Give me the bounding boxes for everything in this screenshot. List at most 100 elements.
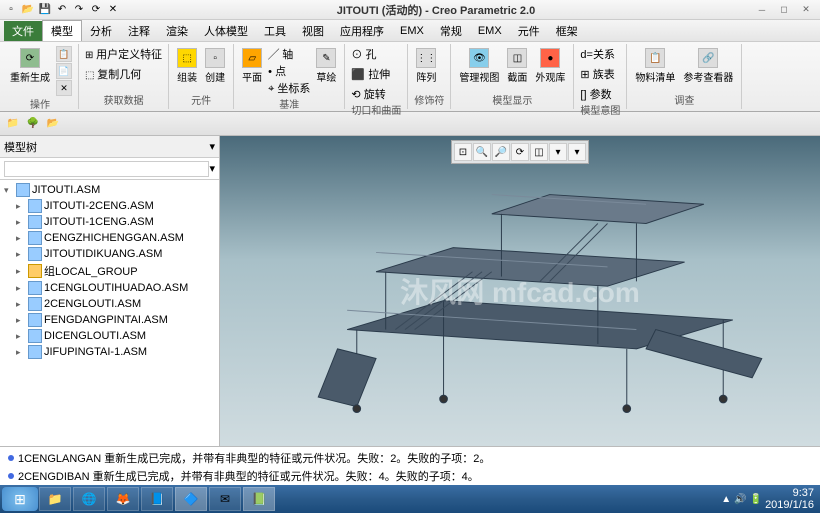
asm-icon [28, 215, 42, 229]
tree-item[interactable]: ▸CENGZHICHENGGAN.ASM [2, 230, 217, 246]
tree-icon[interactable]: 🌳 [24, 115, 42, 133]
folder-icon[interactable]: 📁 [4, 115, 22, 133]
tab-general[interactable]: 常规 [432, 21, 470, 41]
point-button[interactable]: • 点 [268, 63, 310, 79]
qat-save-icon[interactable]: 💾 [38, 3, 52, 17]
assemble-button[interactable]: ⬚组装 [175, 46, 199, 86]
ribbon-group-display: 👁管理视图 ◫截面 ●外观库 模型显示 [451, 44, 574, 109]
sketch-button[interactable]: ✎草绘 [314, 46, 338, 96]
qat-new-icon[interactable]: ▫ [4, 3, 18, 17]
tree-item[interactable]: ▾JITOUTI.ASM [2, 182, 217, 198]
ribbon-tabs: 文件 模型 分析 注释 渲染 人体模型 工具 视图 应用程序 EMX 常规 EM… [0, 20, 820, 42]
qat-undo-icon[interactable]: ↶ [55, 3, 69, 17]
manageview-button[interactable]: 👁管理视图 [457, 46, 501, 86]
ribbon-group-datum: ▱平面 ╱ 轴 • 点 ⌖ 坐标系 ✎草绘 基准 [234, 44, 345, 109]
close-button[interactable]: ✕ [796, 3, 816, 17]
folder2-icon[interactable]: 📂 [44, 115, 62, 133]
tray-icon[interactable]: 🔋 [750, 494, 762, 505]
delete-icon[interactable]: ✕ [56, 80, 72, 96]
tree-search-input[interactable] [4, 161, 209, 177]
maximize-button[interactable]: ◻ [774, 3, 794, 17]
tab-annotate[interactable]: 注释 [120, 21, 158, 41]
taskbar-app[interactable]: 📘 [141, 487, 173, 511]
tab-render[interactable]: 渲染 [158, 21, 196, 41]
qat-regen-icon[interactable]: ⟳ [89, 3, 103, 17]
tab-applications[interactable]: 应用程序 [332, 21, 392, 41]
tab-file[interactable]: 文件 [4, 21, 42, 41]
message-line: 1CENGLANGAN 重新生成已完成，并带有非典型的特征或元件状况。失败：2。… [8, 449, 812, 467]
tab-framework[interactable]: 框架 [548, 21, 586, 41]
pattern-button[interactable]: ⋮⋮阵列 [414, 46, 438, 86]
system-tray[interactable]: ▲ 🔊 🔋 9:37 2019/1/16 [717, 487, 818, 511]
copygeom-button[interactable]: ⬚ 复制几何 [85, 66, 162, 82]
tree-item[interactable]: ▸JIFUPINGTAI-1.ASM [2, 344, 217, 360]
relations-button[interactable]: d=关系 [580, 46, 620, 62]
udf-button[interactable]: ⊞ 用户定义特征 [85, 46, 162, 62]
tab-manikin[interactable]: 人体模型 [196, 21, 256, 41]
tab-tools[interactable]: 工具 [256, 21, 294, 41]
tree-body[interactable]: ▾JITOUTI.ASM ▸JITOUTI-2CENG.ASM ▸JITOUTI… [0, 180, 219, 446]
tree-item[interactable]: ▸2CENGLOUTI.ASM [2, 296, 217, 312]
tree-item[interactable]: ▸JITOUTI-2CENG.ASM [2, 198, 217, 214]
tab-component[interactable]: 元件 [510, 21, 548, 41]
tree-header: 模型树 ▾ [0, 136, 219, 158]
start-button[interactable]: ⊞ [2, 487, 38, 511]
tray-icon[interactable]: ▲ [721, 494, 731, 505]
copy-icon[interactable]: 📋 [56, 46, 72, 62]
tree-item[interactable]: ▸JITOUTIDIKUANG.ASM [2, 246, 217, 262]
taskbar-app[interactable]: 📁 [39, 487, 71, 511]
asm-icon [16, 183, 30, 197]
appearance-button[interactable]: ●外观库 [533, 46, 567, 86]
hole-button[interactable]: ⊙ 孔 [351, 46, 401, 62]
clock[interactable]: 9:37 2019/1/16 [765, 487, 814, 511]
asm-icon [28, 297, 42, 311]
family-button[interactable]: ⊞ 族表 [580, 66, 620, 82]
regenerate-button[interactable]: ⟳重新生成 [8, 46, 52, 96]
bom-button[interactable]: 📋物料清单 [633, 46, 677, 86]
bullet-icon [8, 473, 14, 479]
asm-icon [28, 199, 42, 213]
asm-icon [28, 329, 42, 343]
create-button[interactable]: ▫创建 [203, 46, 227, 86]
extrude-button[interactable]: ⬛ 拉伸 [351, 66, 401, 82]
tree-item[interactable]: ▸1CENGLOUTIHUADAO.ASM [2, 280, 217, 296]
taskbar-app[interactable]: 🔷 [175, 487, 207, 511]
params-button[interactable]: [] 参数 [580, 86, 620, 102]
qat-close-icon[interactable]: ✕ [106, 3, 120, 17]
taskbar-app[interactable]: 📗 [243, 487, 275, 511]
paste-icon[interactable]: 📄 [56, 63, 72, 79]
qat-redo-icon[interactable]: ↷ [72, 3, 86, 17]
tab-emx2[interactable]: EMX [470, 23, 510, 39]
tree-settings-icon[interactable]: ▾ [209, 140, 215, 153]
tab-model[interactable]: 模型 [42, 20, 82, 41]
ribbon-group-component: ⬚组装 ▫创建 元件 [169, 44, 234, 109]
tab-emx1[interactable]: EMX [392, 23, 432, 39]
tab-analysis[interactable]: 分析 [82, 21, 120, 41]
tree-item[interactable]: ▸组LOCAL_GROUP [2, 262, 217, 280]
plane-button[interactable]: ▱平面 [240, 46, 264, 96]
model-tree-panel: 模型树 ▾ ▾ ▾JITOUTI.ASM ▸JITOUTI-2CENG.ASM … [0, 136, 220, 446]
revolve-button[interactable]: ⟲ 旋转 [351, 86, 401, 102]
windows-taskbar: ⊞ 📁 🌐 🦊 📘 🔷 ✉ 📗 ▲ 🔊 🔋 9:37 2019/1/16 [0, 485, 820, 513]
refview-button[interactable]: 🔗参考查看器 [681, 46, 735, 86]
asm-icon [28, 345, 42, 359]
taskbar-app[interactable]: 🦊 [107, 487, 139, 511]
taskbar-app[interactable]: 🌐 [73, 487, 105, 511]
tree-search-row: ▾ [0, 158, 219, 180]
qat-open-icon[interactable]: 📂 [21, 3, 35, 17]
tray-icon[interactable]: 🔊 [734, 494, 746, 505]
ribbon-group-modifier: ⋮⋮阵列 修饰符 [408, 44, 451, 109]
minimize-button[interactable]: ─ [752, 3, 772, 17]
3d-viewport[interactable]: ⊡ 🔍 🔎 ⟳ ◫ ▾ ▾ [220, 136, 820, 446]
asm-icon [28, 231, 42, 245]
tree-item[interactable]: ▸FENGDANGPINTAI.ASM [2, 312, 217, 328]
tree-filter-icon[interactable]: ▾ [209, 162, 215, 175]
section-button[interactable]: ◫截面 [505, 46, 529, 86]
csys-button[interactable]: ⌖ 坐标系 [268, 80, 310, 96]
taskbar-app[interactable]: ✉ [209, 487, 241, 511]
tree-item[interactable]: ▸DICENGLOUTI.ASM [2, 328, 217, 344]
window-title: JITOUTI (活动的) - Creo Parametric 2.0 [120, 2, 752, 18]
axis-button[interactable]: ╱ 轴 [268, 46, 310, 62]
tree-item[interactable]: ▸JITOUTI-1CENG.ASM [2, 214, 217, 230]
tab-view[interactable]: 视图 [294, 21, 332, 41]
